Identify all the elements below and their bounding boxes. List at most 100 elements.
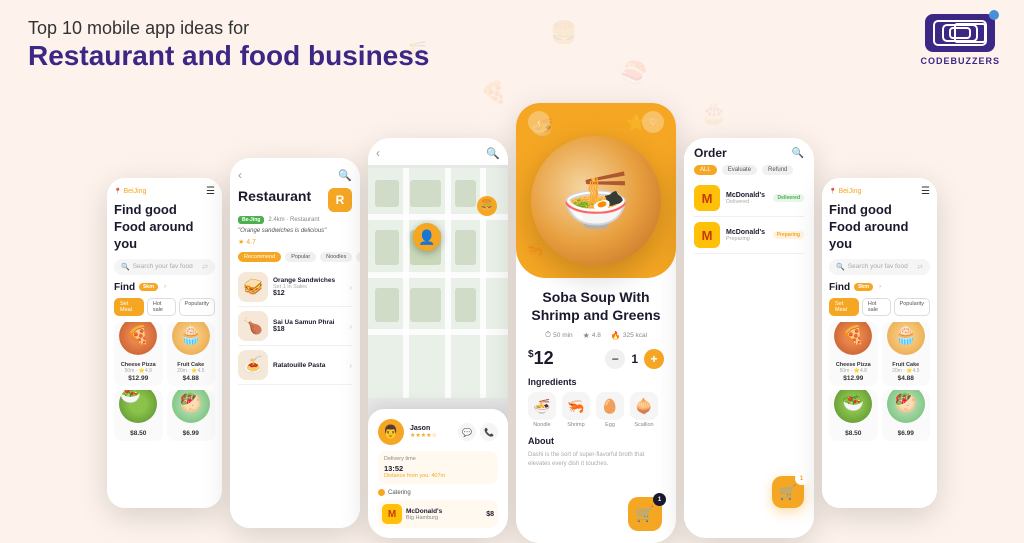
map-user-stars: ★★★★☆ bbox=[410, 432, 452, 439]
food-card-salad-1[interactable]: 🥗 $8.50 bbox=[114, 390, 163, 441]
rest-item-info-sai: Sai Ua Samun Phrai $18 bbox=[273, 319, 344, 333]
order-search-icon[interactable]: 🔍 bbox=[792, 148, 804, 159]
location-6: BeiJing bbox=[829, 188, 861, 195]
search-bar-1[interactable]: Search your fav food ⇄ bbox=[114, 259, 215, 275]
phone-2-content: ‹ 🔍 Restaurant R Be-Jing 2.4km · Restaur… bbox=[230, 158, 360, 528]
pizza-circle-1: 🍕 bbox=[119, 322, 157, 355]
restaurant-initial: R bbox=[328, 188, 352, 212]
tag-popularity-1[interactable]: Popularity bbox=[179, 298, 215, 316]
rest-item-orange[interactable]: 🥪 Orange Sandwiches Set 1 in Sales $12 › bbox=[238, 268, 352, 307]
cake-img-6: 🧁 bbox=[882, 322, 931, 360]
qty-decrease-btn[interactable]: − bbox=[605, 349, 625, 369]
phone-6-content: BeiJing ☰ Find goodFood around you Searc… bbox=[822, 178, 937, 508]
food-card-bowl-1[interactable]: 🥙 $6.99 bbox=[167, 390, 216, 441]
soba-calories: 🔥 325 kcal bbox=[611, 330, 647, 340]
decor-shrimp: 🦐 bbox=[526, 241, 543, 258]
soba-cart-count: 1 bbox=[653, 493, 666, 506]
food-grid-6: 🍕 Cheese Pizza 50m · ⭐4.8 $12.99 🧁 bbox=[829, 322, 930, 386]
order-item-logo-1: M bbox=[694, 185, 720, 211]
soba-heart-btn[interactable]: ♡ bbox=[642, 111, 664, 133]
order-tab-refund[interactable]: Refund bbox=[762, 165, 793, 175]
pizza-emoji-6: 🍕 bbox=[834, 322, 872, 355]
phone-3-content: ‹ 🔍 bbox=[368, 138, 508, 538]
ingr-scallion: 🧅 Scallion bbox=[630, 392, 658, 428]
order-item-2[interactable]: M McDonald's Preparing · Preparing bbox=[694, 217, 804, 254]
food-card-cake-6[interactable]: 🧁 Fruit Cake 20m · ⭐4.5 $4.88 bbox=[882, 322, 931, 386]
map-user-name: Jason bbox=[410, 425, 452, 432]
tab-pizza[interactable]: Pizza bbox=[356, 252, 360, 262]
food-card-cake-1[interactable]: 🧁 Fruit Cake 20m · ⭐4.5 $4.88 bbox=[167, 322, 216, 386]
restaurant-back-btn[interactable]: ‹ bbox=[238, 168, 242, 182]
status-badge-2: Preparing bbox=[773, 231, 804, 239]
soba-top: ‹ ♡ 🍜 ⭐ 🦐 🍜 bbox=[516, 103, 676, 278]
map-mcd-row[interactable]: M McDonald's Big Hamburg $8 bbox=[378, 500, 498, 528]
find-text-6: Find bbox=[829, 282, 850, 293]
cake-circle-1: 🧁 bbox=[172, 322, 210, 355]
map-search-icon[interactable]: 🔍 bbox=[486, 147, 500, 160]
food-extra-row-1: 🥗 $8.50 🥙 $6.99 bbox=[114, 390, 215, 441]
logo-badge bbox=[925, 14, 995, 52]
restaurant-search-icon[interactable]: 🔍 bbox=[338, 169, 352, 182]
food-card-extra1-6[interactable]: 🥗 $8.50 bbox=[829, 390, 878, 441]
map-chat-btn[interactable]: 💬 bbox=[458, 423, 476, 441]
distance-badge-6: 5km bbox=[854, 283, 873, 291]
extra2-img-6: 🥙 bbox=[882, 390, 931, 428]
rest-item-name-pasta: Ratatouille Pasta bbox=[273, 362, 344, 369]
ingr-noodle-img: 🍜 bbox=[528, 392, 556, 420]
restaurant-header: ‹ 🔍 bbox=[230, 158, 360, 188]
restaurant-meta: Be-Jing 2.4km · Restaurant bbox=[230, 216, 360, 224]
tab-noodles[interactable]: Noodles bbox=[320, 252, 352, 262]
ingr-noodle-name: Noodle bbox=[533, 422, 550, 428]
bg-decor-sushi: 🍣 bbox=[620, 60, 647, 86]
food-tags-1: Set Meal Hot sale Popularity bbox=[114, 298, 215, 316]
map-avatar: 👨 bbox=[378, 419, 404, 445]
soba-back-btn[interactable]: ‹ bbox=[528, 111, 550, 133]
pizza-meta-1: 50m · ⭐4.8 bbox=[114, 368, 163, 374]
distance-badge-1: 5km bbox=[139, 283, 158, 291]
search-bar-6[interactable]: Search your fav food ⇄ bbox=[829, 259, 930, 275]
ingr-egg: 🥚 Egg bbox=[596, 392, 624, 428]
mcd-price: $8 bbox=[486, 511, 494, 518]
map-phone-btn[interactable]: 📞 bbox=[480, 423, 498, 441]
pizza-name-6: Cheese Pizza bbox=[829, 362, 878, 368]
rest-item-sai[interactable]: 🍗 Sai Ua Samun Phrai $18 › bbox=[238, 307, 352, 346]
phone-6: BeiJing ☰ Find goodFood around you Searc… bbox=[822, 178, 937, 508]
ingr-scallion-img: 🧅 bbox=[630, 392, 658, 420]
tag-set-meal-6[interactable]: Set Meal bbox=[829, 298, 859, 316]
order-item-1[interactable]: M McDonald's Delivered · Delivered bbox=[694, 180, 804, 217]
ingr-scallion-name: Scallion bbox=[634, 422, 653, 428]
tab-recommend[interactable]: Recommend bbox=[238, 252, 281, 262]
tag-hot-sale-1[interactable]: Hot sale bbox=[147, 298, 176, 316]
rest-item-pasta[interactable]: 🍝 Ratatouille Pasta › bbox=[238, 346, 352, 385]
menu-icon-6[interactable]: ☰ bbox=[921, 186, 930, 197]
map-delivery-info: Delivery time 13:52 Distance from you: 4… bbox=[378, 451, 498, 484]
about-title: About bbox=[528, 436, 664, 446]
food-card-extra2-6[interactable]: 🥙 $6.99 bbox=[882, 390, 931, 441]
map-back-btn[interactable]: ‹ bbox=[376, 146, 380, 160]
catering-dot bbox=[378, 489, 385, 496]
qty-increase-btn[interactable]: + bbox=[644, 349, 664, 369]
map-food-pin: 🍔 bbox=[477, 196, 497, 216]
find-row-1: Find 5km › bbox=[114, 282, 215, 293]
order-cart-float[interactable]: 🛒 1 bbox=[772, 476, 804, 508]
ingr-noodle: 🍜 Noodle bbox=[528, 392, 556, 428]
soba-cart-btn[interactable]: 🛒 1 bbox=[628, 497, 662, 531]
food-title-1: Find goodFood around you bbox=[114, 202, 215, 253]
food-card-pizza-1[interactable]: 🍕 Cheese Pizza 50m · ⭐4.8 $12.99 bbox=[114, 322, 163, 386]
phone-1-content: BeiJing ☰ Find goodFood around you Searc… bbox=[107, 178, 222, 508]
food-tags-6: Set Meal Hot sale Popularity bbox=[829, 298, 930, 316]
status-badge-1: Delivered bbox=[773, 194, 804, 202]
menu-icon-1[interactable]: ☰ bbox=[206, 186, 215, 197]
tag-hot-sale-6[interactable]: Hot sale bbox=[862, 298, 891, 316]
tag-set-meal-1[interactable]: Set Meal bbox=[114, 298, 144, 316]
order-item-sub-2: Preparing · bbox=[726, 236, 767, 242]
pizza-name-1: Cheese Pizza bbox=[114, 362, 163, 368]
phone-1: BeiJing ☰ Find goodFood around you Searc… bbox=[107, 178, 222, 508]
ingr-shrimp: 🦐 Shrimp bbox=[562, 392, 590, 428]
food-card-pizza-6[interactable]: 🍕 Cheese Pizza 50m · ⭐4.8 $12.99 bbox=[829, 322, 878, 386]
order-tab-evaluate[interactable]: Evaluate bbox=[722, 165, 757, 175]
tab-popular[interactable]: Popular bbox=[285, 252, 316, 262]
tag-popularity-6[interactable]: Popularity bbox=[894, 298, 930, 316]
pizza-emoji-1: 🍕 bbox=[119, 322, 157, 355]
order-tab-all[interactable]: ALL bbox=[694, 165, 717, 175]
